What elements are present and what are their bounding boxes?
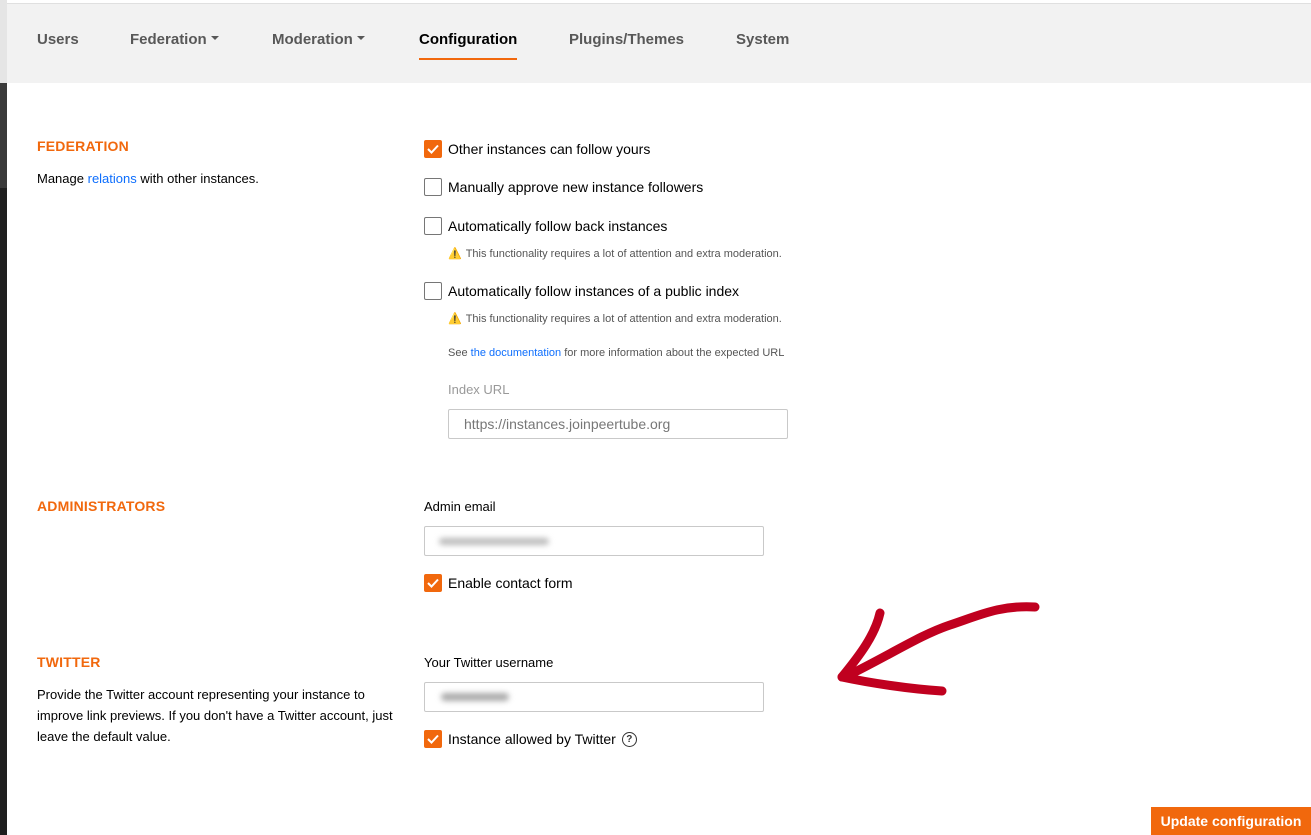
administrators-section-title: ADMINISTRATORS [37,498,166,514]
tab-users[interactable]: Users [37,31,79,61]
auto-follow-index-checkbox[interactable]: Automatically follow instances of a publ… [424,281,739,301]
auto-follow-index-warning: ⚠️ This functionality requires a lot of … [448,312,782,326]
checkbox-box[interactable] [424,140,442,158]
left-edge-dark [0,83,7,835]
checkbox-box[interactable] [424,574,442,592]
admin-email-input[interactable] [424,526,764,556]
check-icon [427,578,439,588]
tab-label: Moderation [272,31,353,48]
checkbox-label: Manually approve new instance followers [448,179,704,195]
documentation-link[interactable]: the documentation [471,347,562,359]
federation-section-title: FEDERATION [37,138,129,154]
tab-system[interactable]: System [736,31,789,61]
checkbox-label: Instance allowed by Twitter [448,731,616,747]
tab-label: System [736,31,790,48]
admin-email-label: Admin email [424,499,496,514]
warning-icon: ⚠️ [448,248,462,260]
checkbox-label: Automatically follow instances of a publ… [448,283,740,299]
redacted-value [439,538,549,545]
help-icon[interactable]: ? [621,731,637,747]
desc-text: Manage [37,171,84,186]
admin-tab-bar: Users Federation Moderation Configuratio… [7,3,1311,83]
caret-down-icon [210,36,219,41]
caret-down-icon [356,36,365,41]
auto-follow-back-checkbox[interactable]: Automatically follow back instances [424,216,667,236]
twitter-allowed-checkbox[interactable]: Instance allowed by Twitter ? [424,729,637,749]
check-icon [427,734,439,744]
tab-federation[interactable]: Federation [130,31,219,61]
index-url-label: Index URL [448,382,510,397]
contact-form-checkbox[interactable]: Enable contact form [424,573,573,593]
auto-follow-back-warning: ⚠️ This functionality requires a lot of … [448,247,782,261]
documentation-note: See the documentation for more informati… [448,347,784,359]
warning-text: This functionality requires a lot of att… [465,312,782,325]
tab-label: Plugins/Themes [569,31,685,48]
update-configuration-button[interactable]: Update configuration [1151,807,1311,835]
note-text: See [448,347,468,359]
tab-plugins-themes[interactable]: Plugins/Themes [569,31,684,61]
twitter-username-input[interactable] [424,682,764,712]
checkbox-box[interactable] [424,282,442,300]
left-edge-top [0,0,7,83]
twitter-section-title: TWITTER [37,654,101,670]
manual-approval-checkbox[interactable]: Manually approve new instance followers [424,177,703,197]
warning-icon: ⚠️ [448,313,462,325]
checkbox-box[interactable] [424,217,442,235]
tab-label: Federation [130,31,207,48]
twitter-username-label: Your Twitter username [424,655,554,670]
checkbox-label: Enable contact form [448,575,573,591]
index-url-input[interactable]: https://instances.joinpeertube.org [448,409,788,439]
tab-label: Users [37,31,79,48]
federation-description: Manage relations with other instances. [37,168,259,189]
checkbox-label: Other instances can follow yours [448,141,651,157]
warning-text: This functionality requires a lot of att… [465,247,782,260]
redacted-value [441,693,509,701]
tab-configuration[interactable]: Configuration [419,31,518,61]
note-text: for more information about the expected … [564,347,785,359]
checkbox-box[interactable] [424,178,442,196]
tab-moderation[interactable]: Moderation [272,31,365,61]
annotation-arrow-icon [837,602,1040,696]
tab-label: Configuration [419,31,518,48]
check-icon [427,144,439,154]
followers-enabled-checkbox[interactable]: Other instances can follow yours [424,139,650,159]
relations-link[interactable]: relations [88,171,137,186]
desc-text: with other instances. [140,171,259,186]
checkbox-box[interactable] [424,730,442,748]
twitter-description: Provide the Twitter account representing… [37,687,393,744]
checkbox-label: Automatically follow back instances [448,218,668,234]
